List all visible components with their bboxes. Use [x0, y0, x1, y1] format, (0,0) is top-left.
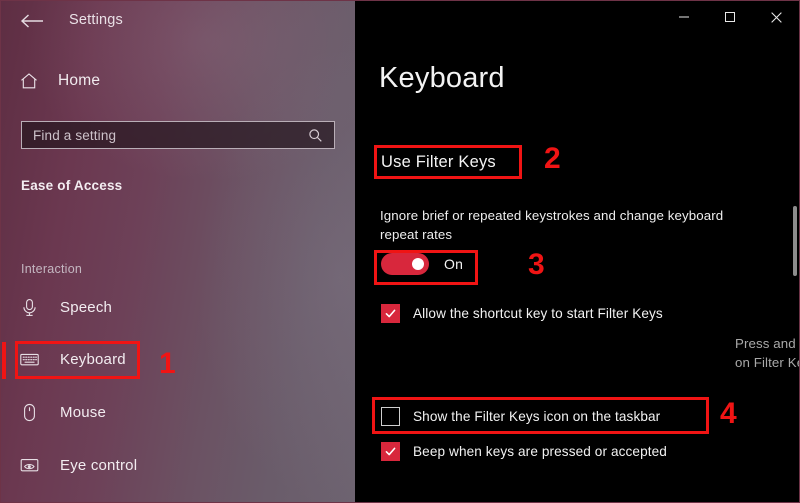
annotation-edge-tick [2, 342, 6, 379]
sidebar-item-keyboard-label: Keyboard [60, 350, 126, 368]
filter-keys-toggle-switch[interactable] [381, 253, 429, 275]
show-taskbar-icon-label: Show the Filter Keys icon on the taskbar [413, 409, 661, 424]
annotation-number-4: 4 [720, 397, 737, 430]
home-icon [19, 71, 39, 91]
filter-keys-toggle-state: On [444, 256, 464, 272]
microphone-icon [19, 297, 40, 318]
annotation-number-3: 3 [528, 248, 545, 281]
use-filter-keys-heading: Use Filter Keys [381, 153, 496, 171]
sidebar-item-speech-label: Speech [60, 298, 113, 316]
maximize-button[interactable] [707, 1, 753, 33]
filter-keys-toggle[interactable]: On [381, 253, 463, 275]
allow-shortcut-key-checkbox-row[interactable]: Allow the shortcut key to start Filter K… [381, 304, 663, 323]
checkbox-checked-icon[interactable] [381, 304, 400, 323]
beep-when-keys-pressed-checkbox-row[interactable]: Beep when keys are pressed or accepted [381, 442, 667, 461]
filter-keys-shortcut-hint: Press and hold the right Shift key for e… [735, 336, 799, 370]
sidebar-item-mouse-label: Mouse [60, 403, 107, 421]
sidebar-item-eye-control[interactable]: Eye control [19, 450, 137, 480]
mouse-icon [19, 402, 40, 423]
sidebar-item-mouse[interactable]: Mouse [19, 397, 106, 427]
settings-sidebar: Settings Home Find a setting Ease of Acc… [1, 1, 355, 502]
annotation-number-2: 2 [544, 142, 561, 175]
beep-when-keys-pressed-label: Beep when keys are pressed or accepted [413, 444, 667, 459]
app-title: Settings [69, 12, 123, 28]
filter-keys-description: Ignore brief or repeated keystrokes and … [380, 208, 724, 242]
back-arrow-icon[interactable] [19, 12, 45, 30]
checkbox-checked-icon[interactable] [381, 442, 400, 461]
sidebar-item-speech[interactable]: Speech [19, 292, 112, 322]
window-controls [661, 1, 799, 33]
allow-shortcut-key-label: Allow the shortcut key to start Filter K… [413, 306, 663, 321]
search-input[interactable]: Find a setting [21, 121, 335, 149]
annotation-number-1: 1 [159, 347, 176, 380]
vertical-scrollbar-thumb[interactable] [793, 206, 797, 276]
sidebar-category-title: Ease of Access [21, 178, 123, 193]
toggle-knob [412, 258, 424, 270]
sidebar-item-home[interactable]: Home [19, 71, 100, 91]
settings-window: Settings Home Find a setting Ease of Acc… [0, 0, 800, 503]
search-icon[interactable] [308, 128, 323, 143]
search-input-placeholder: Find a setting [33, 127, 117, 143]
page-title: Keyboard [379, 62, 505, 94]
sidebar-item-keyboard[interactable]: Keyboard [19, 344, 126, 374]
keyboard-icon [19, 349, 40, 370]
sidebar-item-home-label: Home [58, 72, 101, 89]
sidebar-group-label: Interaction [21, 262, 83, 276]
show-taskbar-icon-checkbox[interactable]: Show the Filter Keys icon on the taskbar [381, 407, 660, 426]
minimize-button[interactable] [661, 1, 707, 33]
sidebar-item-eye-control-label: Eye control [60, 456, 138, 474]
checkbox-unchecked-icon[interactable] [381, 407, 400, 426]
close-button[interactable] [753, 1, 799, 33]
sidebar-titlebar: Settings [1, 1, 355, 41]
eye-control-icon [19, 455, 40, 476]
